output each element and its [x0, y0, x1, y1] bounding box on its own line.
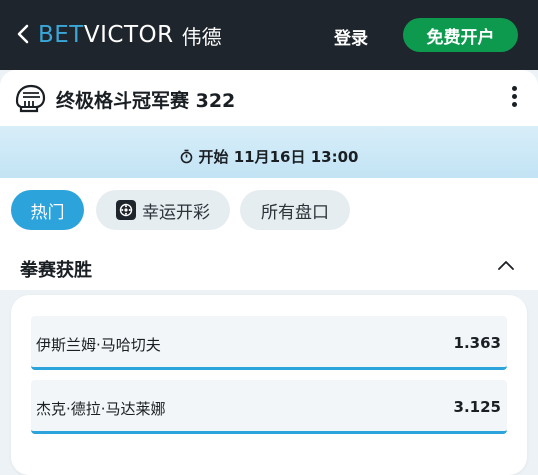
selection-odds: 1.363 [453, 334, 501, 352]
event-title: 终极格斗冠军赛 322 [56, 90, 236, 112]
market-header[interactable]: 拳赛获胜 [0, 244, 538, 290]
start-time-banner: 开始 11月16日 13:00 [0, 126, 538, 178]
market-tabs: 热门 幸运开彩 所有盘口 [0, 190, 538, 232]
selection-button[interactable]: 伊斯兰姆·马哈切夫 1.363 [31, 316, 507, 370]
tab-popular[interactable]: 热门 [11, 190, 84, 230]
login-link[interactable]: 登录 [334, 24, 368, 49]
logo-bet-text: BET [38, 22, 84, 48]
market-area: 伊斯兰姆·马哈切夫 1.363 杰克·德拉·马达莱娜 3.125 [0, 290, 538, 475]
back-arrow-icon[interactable] [14, 22, 34, 46]
tab-all-markets-label: 所有盘口 [261, 202, 329, 223]
selection-odds: 3.125 [453, 398, 501, 416]
logo-chinese-text: 伟德 [181, 24, 222, 49]
betvictor-logo[interactable]: BET VICTOR 伟德 [38, 20, 222, 50]
logo-victor-text: VICTOR [83, 22, 174, 48]
top-bar: BET VICTOR 伟德 登录 免费开户 [0, 0, 538, 70]
stopwatch-icon [180, 149, 192, 163]
tab-lucky-draw[interactable]: 幸运开彩 [96, 190, 230, 230]
more-options-icon[interactable] [508, 86, 520, 110]
market-panel: 伊斯兰姆·马哈切夫 1.363 杰克·德拉·马达莱娜 3.125 [11, 295, 527, 475]
selection-button[interactable]: 杰克·德拉·马达莱娜 3.125 [31, 380, 507, 434]
event-card: 终极格斗冠军赛 322 开始 11月16日 13:00 热门 幸运开彩 所有盘口… [0, 70, 538, 475]
selection-name: 杰克·德拉·马达莱娜 [36, 400, 166, 418]
tab-lucky-draw-label: 幸运开彩 [142, 202, 210, 223]
chevron-up-icon[interactable] [496, 258, 516, 272]
tab-all-markets[interactable]: 所有盘口 [240, 190, 350, 230]
event-header: 终极格斗冠军赛 322 [0, 70, 538, 126]
lucky-draw-icon [116, 200, 136, 220]
ufc-glove-icon [15, 84, 46, 113]
start-time-text: 开始 11月16日 13:00 [198, 147, 359, 166]
market-title: 拳赛获胜 [20, 260, 92, 281]
register-button[interactable]: 免费开户 [403, 18, 518, 52]
tab-popular-label: 热门 [30, 202, 65, 223]
selection-name: 伊斯兰姆·马哈切夫 [36, 336, 161, 354]
